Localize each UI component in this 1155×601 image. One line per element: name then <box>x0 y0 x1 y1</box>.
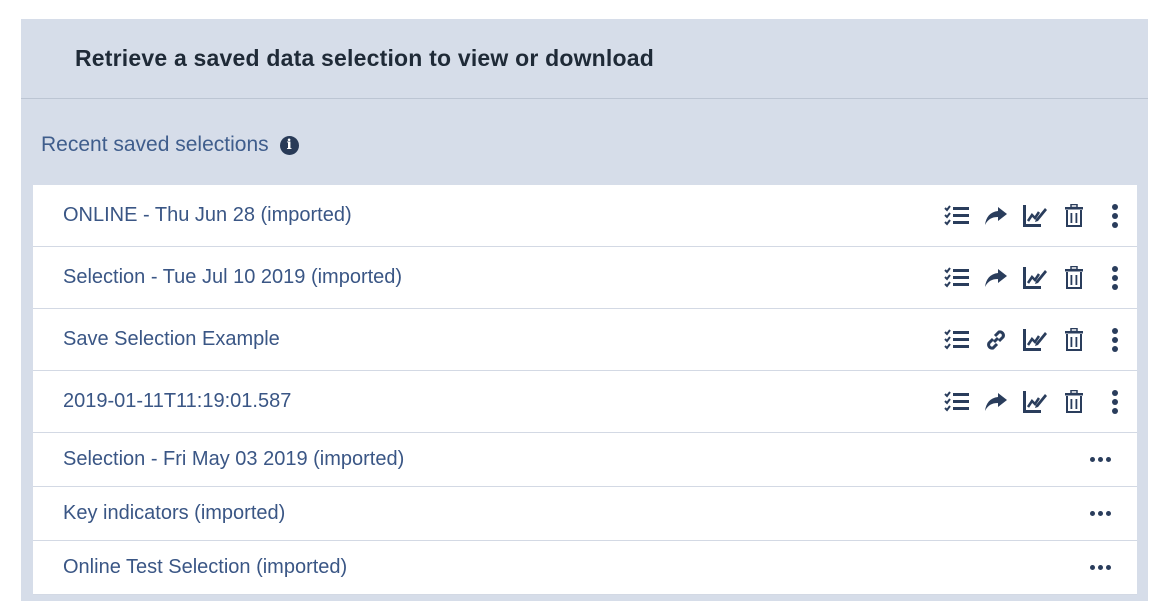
kebab-menu-icon[interactable] <box>1111 202 1119 230</box>
trash-icon[interactable] <box>1060 264 1088 292</box>
trash-icon[interactable] <box>1060 326 1088 354</box>
row-actions <box>932 388 1123 416</box>
edit-chart-icon[interactable] <box>1021 388 1049 416</box>
edit-chart-icon[interactable] <box>1021 264 1049 292</box>
checklist-icon[interactable] <box>943 388 971 416</box>
share-arrow-icon[interactable] <box>982 388 1010 416</box>
checklist-icon[interactable] <box>943 326 971 354</box>
edit-chart-icon[interactable] <box>1021 326 1049 354</box>
selection-name[interactable]: ONLINE - Thu Jun 28 (imported) <box>63 204 932 227</box>
selection-name[interactable]: 2019-01-11T11:19:01.587 <box>63 390 932 413</box>
panel-header: Retrieve a saved data selection to view … <box>21 19 1148 99</box>
panel-title: Retrieve a saved data selection to view … <box>75 45 654 71</box>
recent-selections-heading: Recent saved selections i <box>41 133 299 157</box>
list-item[interactable]: Selection - Tue Jul 10 2019 (imported) <box>33 247 1137 309</box>
row-actions <box>932 202 1123 230</box>
selection-name[interactable]: Save Selection Example <box>63 328 932 351</box>
checklist-icon[interactable] <box>943 264 971 292</box>
selection-name[interactable]: Online Test Selection (imported) <box>63 556 1090 579</box>
share-arrow-icon[interactable] <box>982 264 1010 292</box>
info-icon[interactable]: i <box>279 135 299 155</box>
list-item[interactable]: Online Test Selection (imported) <box>33 541 1137 595</box>
share-arrow-icon[interactable] <box>982 202 1010 230</box>
selection-list: ONLINE - Thu Jun 28 (imported) Selection… <box>33 185 1137 595</box>
trash-icon[interactable] <box>1060 388 1088 416</box>
selection-name[interactable]: Selection - Fri May 03 2019 (imported) <box>63 448 1090 471</box>
list-item[interactable]: Save Selection Example <box>33 309 1137 371</box>
trash-icon[interactable] <box>1060 202 1088 230</box>
more-horizontal-icon[interactable] <box>1090 504 1111 524</box>
selection-name[interactable]: Selection - Tue Jul 10 2019 (imported) <box>63 266 932 289</box>
list-item[interactable]: ONLINE - Thu Jun 28 (imported) <box>33 185 1137 247</box>
link-icon[interactable] <box>982 326 1010 354</box>
selection-name[interactable]: Key indicators (imported) <box>63 502 1090 525</box>
checklist-icon[interactable] <box>943 202 971 230</box>
kebab-menu-icon[interactable] <box>1111 326 1119 354</box>
saved-selections-panel: Retrieve a saved data selection to view … <box>21 19 1148 601</box>
more-horizontal-icon[interactable] <box>1090 558 1111 578</box>
list-item[interactable]: 2019-01-11T11:19:01.587 <box>33 371 1137 433</box>
kebab-menu-icon[interactable] <box>1111 264 1119 292</box>
list-item[interactable]: Key indicators (imported) <box>33 487 1137 541</box>
more-horizontal-icon[interactable] <box>1090 450 1111 470</box>
row-actions <box>932 264 1123 292</box>
list-item[interactable]: Selection - Fri May 03 2019 (imported) <box>33 433 1137 487</box>
edit-chart-icon[interactable] <box>1021 202 1049 230</box>
section-label: Recent saved selections <box>41 133 269 156</box>
kebab-menu-icon[interactable] <box>1111 388 1119 416</box>
row-actions <box>932 326 1123 354</box>
